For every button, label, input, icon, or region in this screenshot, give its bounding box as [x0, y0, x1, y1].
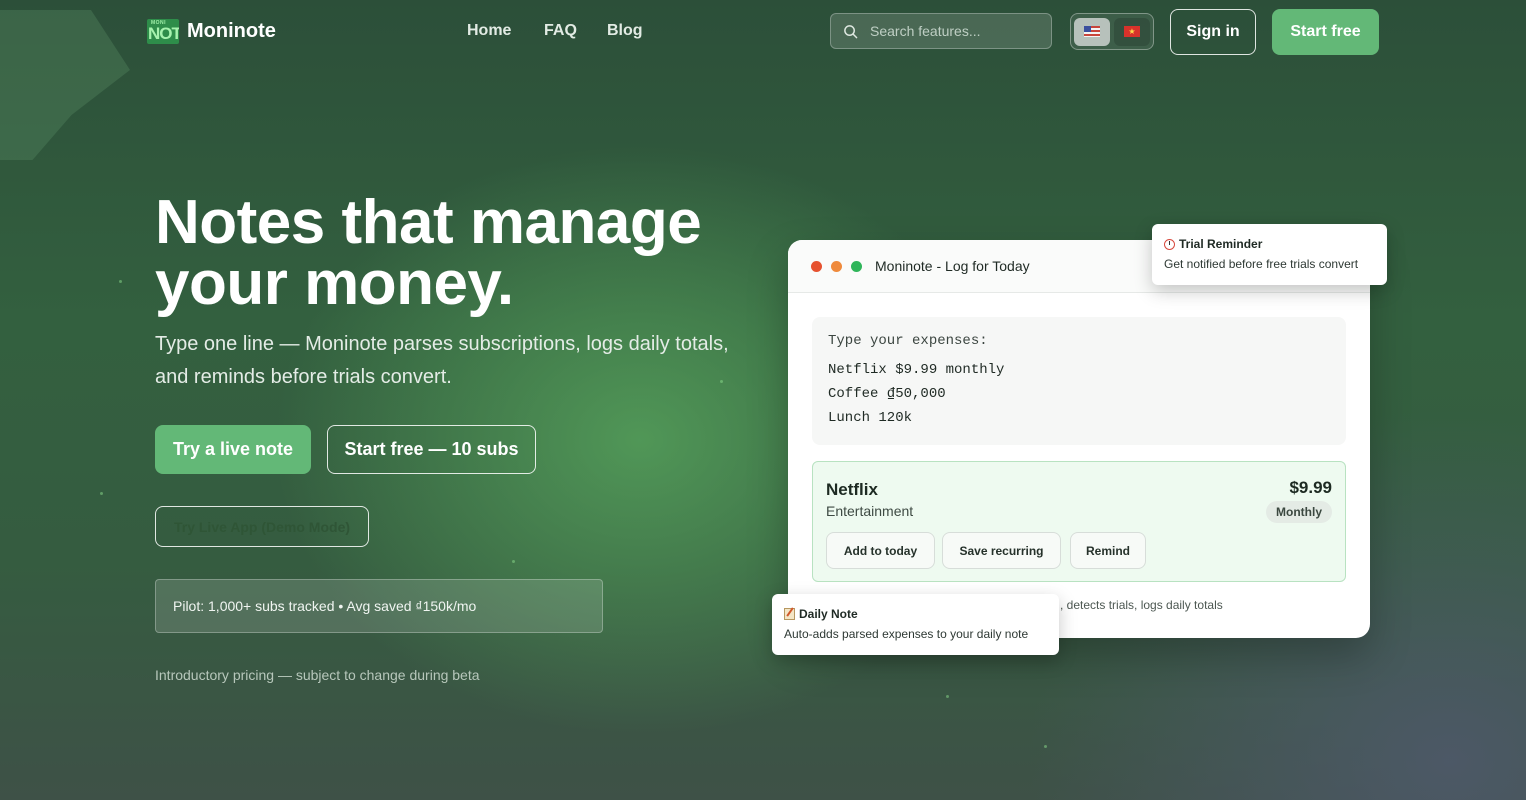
nav-blog[interactable]: Blog	[607, 22, 643, 40]
logo[interactable]: MONI NOTE Moninote	[147, 19, 276, 44]
language-en-button[interactable]	[1074, 17, 1110, 46]
background-dot	[119, 280, 122, 283]
try-live-app-demo-button[interactable]: Try Live App (Demo Mode)	[155, 506, 369, 547]
language-vi-button[interactable]: ★	[1114, 17, 1150, 46]
pilot-stats-text: Pilot: 1,000+ subs tracked • Avg saved ₫…	[173, 598, 477, 614]
daily-note-tooltip: Daily Note Auto-adds parsed expenses to …	[772, 594, 1059, 655]
alarm-clock-icon	[1164, 238, 1175, 250]
nav-faq[interactable]: FAQ	[544, 22, 577, 40]
app-preview-window: Moninote - Log for Today Type your expen…	[788, 240, 1370, 638]
subscription-period-badge: Monthly	[1266, 501, 1332, 523]
editor-line: Lunch 120k	[828, 410, 913, 426]
expense-editor[interactable]: Type your expenses: Netflix $9.99 monthl…	[812, 317, 1346, 445]
logo-text: Moninote	[187, 20, 276, 42]
logo-mark-big-text: NOTE	[148, 24, 179, 43]
hero-subtitle: Type one line — Moninote parses subscrip…	[155, 333, 729, 388]
search-input[interactable]	[868, 22, 1042, 40]
subscription-name: Netflix	[826, 480, 878, 499]
start-free-10-subs-button[interactable]: Start free — 10 subs	[327, 425, 536, 474]
background-dot	[100, 492, 103, 495]
editor-line: Coffee ₫50,000	[828, 386, 946, 402]
app-window-title: Moninote - Log for Today	[875, 258, 1030, 274]
sign-in-button[interactable]: Sign in	[1170, 9, 1256, 55]
daily-note-desc: Auto-adds parsed expenses to your daily …	[784, 627, 1029, 641]
hero-title-line2: your money.	[155, 249, 514, 318]
editor-line: Netflix $9.99 monthly	[828, 362, 1005, 378]
background-shape	[0, 10, 130, 160]
hero-title-line1: Notes that manage	[155, 188, 702, 257]
vn-flag-icon: ★	[1124, 26, 1140, 37]
background-dot	[512, 560, 515, 563]
trial-reminder-desc: Get notified before free trials convert	[1164, 257, 1359, 271]
nav-home[interactable]: Home	[467, 22, 511, 40]
background-dot	[1044, 745, 1047, 748]
remind-button[interactable]: Remind	[1070, 532, 1146, 569]
pricing-note: Introductory pricing — subject to change…	[155, 667, 480, 683]
us-flag-icon	[1084, 26, 1100, 37]
subscription-price: $9.99	[1289, 478, 1332, 497]
pilot-stats-banner: Pilot: 1,000+ subs tracked • Avg saved ₫…	[155, 579, 603, 633]
trial-reminder-title: Trial Reminder	[1179, 237, 1263, 251]
add-to-today-button[interactable]: Add to today	[826, 532, 935, 569]
save-recurring-button[interactable]: Save recurring	[942, 532, 1061, 569]
trial-reminder-tooltip: Trial Reminder Get notified before free …	[1152, 224, 1387, 285]
search-icon	[844, 24, 858, 38]
daily-note-title: Daily Note	[799, 607, 858, 621]
logo-mark-icon: MONI NOTE	[147, 19, 179, 44]
subscription-card: Netflix Entertainment $9.99 Monthly Add …	[812, 461, 1346, 582]
subscription-category: Entertainment	[826, 503, 914, 519]
try-live-note-button[interactable]: Try a live note	[155, 425, 311, 474]
close-dot-icon	[811, 260, 822, 272]
background-dot	[946, 695, 949, 698]
start-free-button[interactable]: Start free	[1272, 9, 1379, 55]
hero-title: Notes that manage your money.	[155, 192, 755, 315]
search-box[interactable]	[830, 13, 1052, 49]
maximize-dot-icon	[851, 260, 862, 272]
editor-placeholder: Type your expenses:	[828, 333, 988, 349]
app-footer-text: , detects trials, logs daily totals	[1060, 598, 1223, 612]
memo-icon	[784, 608, 795, 620]
language-switcher: ★	[1070, 13, 1154, 50]
minimize-dot-icon	[831, 260, 842, 272]
